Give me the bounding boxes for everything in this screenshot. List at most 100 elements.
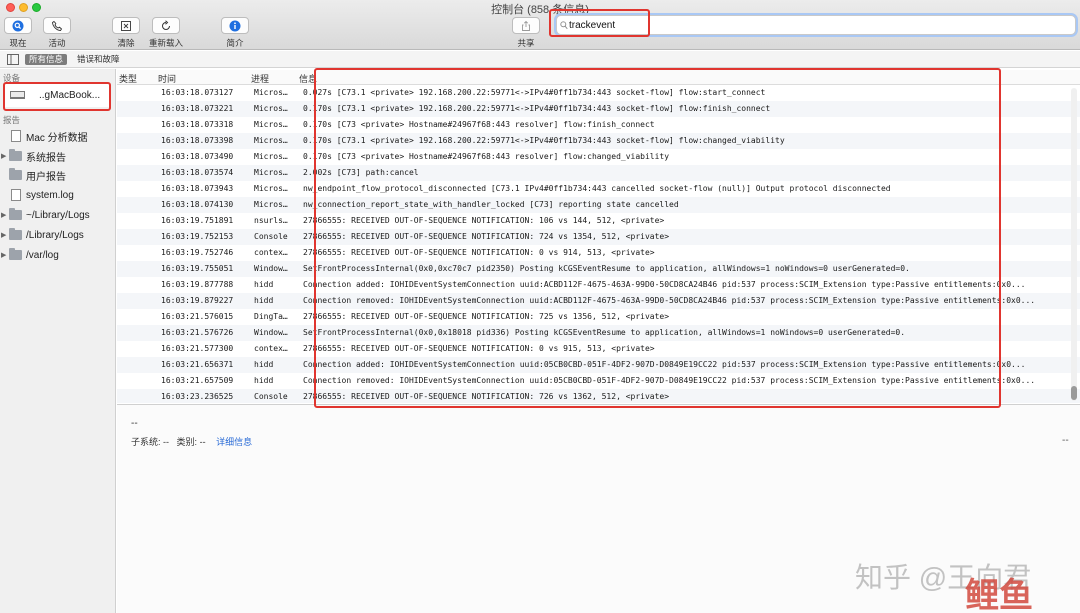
disclosure-triangle-icon[interactable]: ▶ [1,211,9,219]
sidebar-item-mac-analytics[interactable]: Mac 分析数据 [0,127,116,145]
sidebar-device[interactable]: ..gMacBook... [5,83,109,107]
sidebar-item-user-library-logs[interactable]: ▶ ~/Library/Logs [0,206,116,224]
table-row[interactable]: 16:03:18.073574 Micros… 2.002s [C73] path:… [117,165,1080,181]
table-row[interactable]: 16:03:18.073127 Micros… 0.027s [C73.1 <pri… [117,85,1080,101]
scope-all-messages[interactable]: 所有信息 [25,54,68,65]
clear-button[interactable] [112,17,140,34]
table-row[interactable]: 16:03:21.577300 contex… 27866555: RECEIVED… [117,341,1080,357]
row-process: hidd [254,360,274,369]
reports-header: 报告 [3,115,21,125]
disclosure-triangle-icon[interactable]: ▶ [1,152,9,160]
sidebar-item-label: 系统报告 [26,152,66,164]
phone-icon [52,20,63,31]
column-message[interactable]: 信息 [299,72,317,85]
row-process: Window… [254,264,288,273]
reload-button[interactable] [152,17,180,34]
reload-label: 重新载入 [148,38,183,48]
row-message: Connection removed: IOHIDEventSystemConn… [303,296,1036,305]
reload-icon [162,19,170,30]
row-time: 16:03:18.073221 [161,104,234,113]
now-icon [12,20,24,31]
log-table: 16:03:18.073127 Micros… 0.027s [C73.1 <pri… [117,85,1080,403]
share-label: 共享 [517,38,535,48]
row-time: 16:03:23.236525 [161,392,234,401]
row-process: Micros… [254,200,288,209]
sidebar-toggle-icon[interactable] [7,54,19,65]
table-row[interactable]: 16:03:19.879227 hidd Connection removed: I… [117,293,1080,309]
watermark-logo: 鲤鱼 [965,577,1033,613]
more-info-link[interactable]: 详细信息 [216,437,252,447]
column-type[interactable]: 类型 [119,72,137,85]
row-time: 16:03:18.073490 [161,152,234,161]
table-row[interactable]: 16:03:18.073943 Micros… nw_endpoint_flow_p… [117,181,1080,197]
search-input-value[interactable]: trackevent [569,20,615,31]
folder-icon [9,208,22,220]
table-row[interactable]: 16:03:18.073221 Micros… 0.170s [C73.1 <pri… [117,101,1080,117]
search-field[interactable]: trackevent [556,15,1076,35]
row-time: 16:03:18.073318 [161,120,234,129]
row-time: 16:03:18.073398 [161,136,234,145]
row-message: SetFrontProcessInternal(0x0,0x18018 pid3… [303,328,906,337]
log-table-header: 类型 时间 进程 信息 [117,70,1080,85]
table-row[interactable]: 16:03:21.576726 Window… SetFrontProcessInt… [117,325,1080,341]
row-process: Micros… [254,184,288,193]
row-time: 16:03:21.576726 [161,328,234,337]
share-button[interactable] [512,17,540,34]
table-row[interactable]: 16:03:19.755051 Window… SetFrontProcessInt… [117,261,1080,277]
column-process[interactable]: 进程 [251,72,269,85]
row-message: SetFrontProcessInternal(0x0,0xc70c7 pid2… [303,264,910,273]
sidebar-item-user-reports[interactable]: 用户报告 [0,166,116,184]
log-scrollbar-track[interactable] [1071,88,1077,401]
sidebar-item-label: 用户报告 [26,171,66,183]
table-row[interactable]: 16:03:19.877788 hidd Connection added: IOH… [117,277,1080,293]
info-button[interactable] [221,17,249,34]
row-message: 0.170s [C73 <private> Hostname#24967f68:… [303,120,655,129]
now-button[interactable] [4,17,32,34]
sidebar-item-var-log[interactable]: ▶ /var/log [0,246,116,264]
column-time[interactable]: 时间 [158,72,176,85]
row-time: 16:03:19.752153 [161,232,234,241]
row-message: 27866555: RECEIVED OUT-OF-SEQUENCE NOTIF… [303,344,655,353]
sidebar-item-library-logs[interactable]: ▶ /Library/Logs [0,226,116,244]
sidebar-item-system-reports[interactable]: ▶ 系统报告 [0,147,116,165]
log-scrollbar-thumb[interactable] [1071,386,1077,400]
table-row[interactable]: 16:03:18.073398 Micros… 0.170s [C73.1 <pri… [117,133,1080,149]
table-row[interactable]: 16:03:18.073318 Micros… 0.170s [C73 <priva… [117,117,1080,133]
window-titlebar: 控制台 (858 条信息) 现在 活动 清除 重新载入 简介 共享 tracke… [0,0,1080,50]
table-row[interactable]: 16:03:19.752153 Console 27866555: RECEIVED… [117,229,1080,245]
table-row[interactable]: 16:03:18.073490 Micros… 0.170s [C73 <priva… [117,149,1080,165]
row-process: Micros… [254,104,288,113]
sidebar: 设备 ..gMacBook... 报告 Mac 分析数据 ▶ 系统报告 用户报告… [0,69,116,613]
share-icon [522,20,530,31]
scope-errors-faults[interactable]: 错误和故障 [77,54,120,65]
table-row[interactable]: 16:03:21.657509 hidd Connection removed: I… [117,373,1080,389]
sidebar-item-label: Mac 分析数据 [26,132,88,144]
row-message: 0.170s [C73.1 <private> 192.168.200.22:5… [303,104,771,113]
details-placeholder: -- [131,418,138,429]
row-message: Connection removed: IOHIDEventSystemConn… [303,376,1036,385]
row-message: Connection added: IOHIDEventSystemConnec… [303,360,1026,369]
table-row[interactable]: 16:03:23.236525 Console 27866555: RECEIVED… [117,389,1080,403]
disclosure-triangle-icon[interactable]: ▶ [1,251,9,259]
row-message: 0.027s [C73.1 <private> 192.168.200.22:5… [303,88,766,97]
sidebar-item-label: system.log [26,189,74,201]
table-row[interactable]: 16:03:18.074130 Micros… nw_connection_repo… [117,197,1080,213]
row-time: 16:03:18.073943 [161,184,234,193]
disclosure-triangle-icon[interactable]: ▶ [1,231,9,239]
row-message: 27866555: RECEIVED OUT-OF-SEQUENCE NOTIF… [303,232,670,241]
table-row[interactable]: 16:03:21.656371 hidd Connection added: IOH… [117,357,1080,373]
laptop-icon [10,91,25,99]
row-process: Micros… [254,152,288,161]
table-row[interactable]: 16:03:19.752746 contex… 27866555: RECEIVED… [117,245,1080,261]
table-row[interactable]: 16:03:19.751891 nsurls… 27866555: RECEIVED… [117,213,1080,229]
category-label: 类别: [176,437,198,447]
table-row[interactable]: 16:03:21.576015 DingTa… 27866555: RECEIVED… [117,309,1080,325]
row-process: hidd [254,296,274,305]
sidebar-item-system-log[interactable]: system.log [0,186,116,204]
row-message: 0.170s [C73.1 <private> 192.168.200.22:5… [303,136,785,145]
row-time: 16:03:19.877788 [161,280,234,289]
row-process: DingTa… [254,312,288,321]
row-time: 16:03:19.751891 [161,216,234,225]
activity-button[interactable] [43,17,71,34]
sidebar-item-label: /var/log [26,249,59,261]
